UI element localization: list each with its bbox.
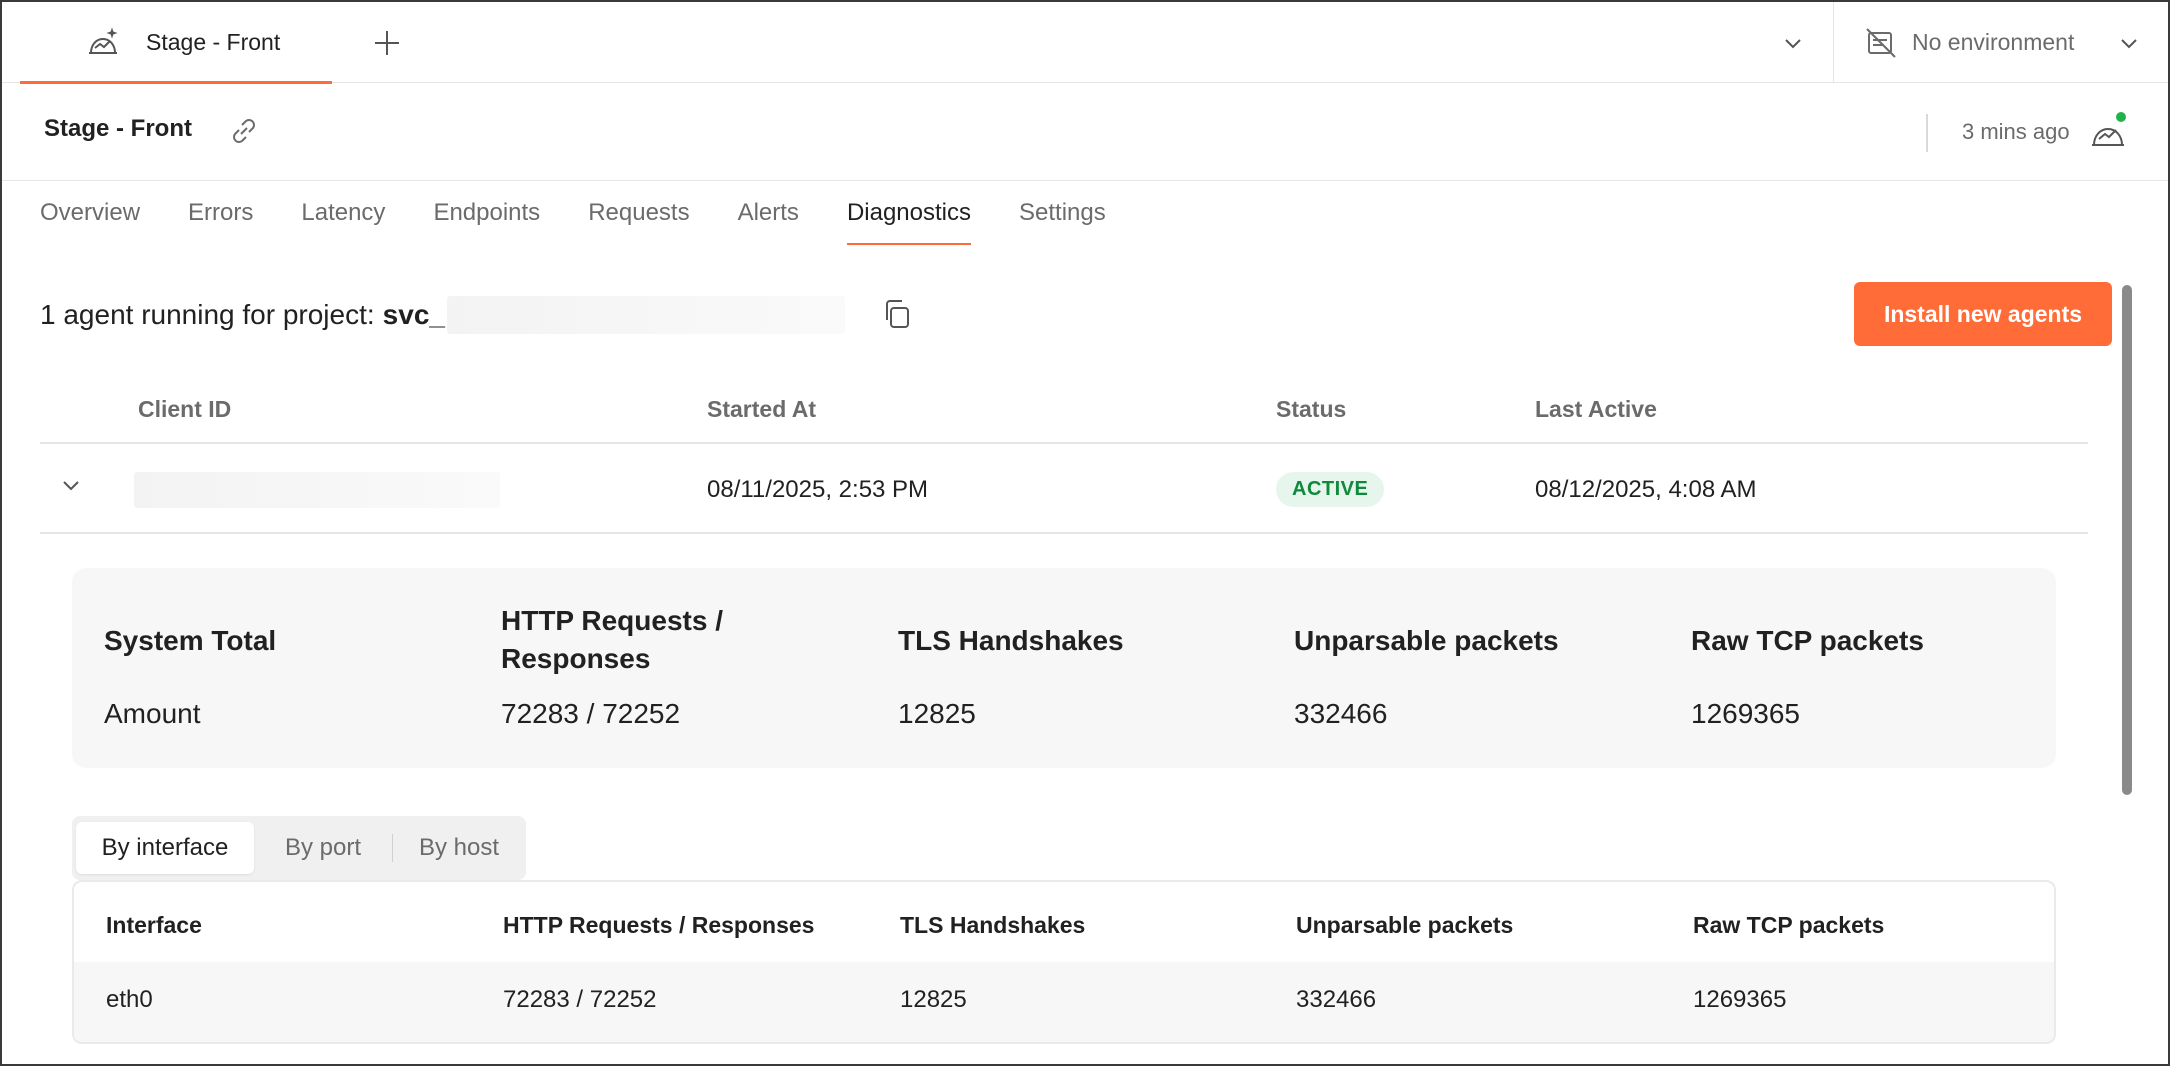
chevron-down-icon[interactable] bbox=[2116, 30, 2142, 56]
table-row[interactable]: 08/11/2025, 2:53 PM ACTIVE 08/12/2025, 4… bbox=[40, 446, 2088, 534]
column-header-interface: Interface bbox=[106, 912, 202, 938]
column-header-raw-tcp: Raw TCP packets bbox=[1693, 912, 1885, 938]
monitor-icon bbox=[89, 27, 118, 54]
divider bbox=[1833, 2, 1834, 83]
redacted-client-id bbox=[134, 472, 500, 508]
totals-header-raw-tcp: Raw TCP packets bbox=[1691, 625, 1924, 656]
column-header-http: HTTP Requests / Responses bbox=[503, 912, 815, 938]
segment-by-port[interactable]: By port bbox=[254, 822, 392, 874]
tab-requests[interactable]: Requests bbox=[588, 181, 689, 247]
column-header-tls: TLS Handshakes bbox=[900, 912, 1086, 938]
agents-summary-text: 1 agent running for project: bbox=[40, 299, 375, 330]
sub-navigation: Overview Errors Latency Endpoints Reques… bbox=[40, 181, 1154, 247]
totals-http-value: 72283 / 72252 bbox=[501, 698, 681, 729]
raw-tcp-cell: 1269365 bbox=[1693, 986, 1787, 1013]
column-header-client-id: Client ID bbox=[138, 396, 232, 422]
column-header-last-active: Last Active bbox=[1535, 396, 1657, 422]
redacted-project-id bbox=[446, 296, 845, 334]
unparsable-cell: 332466 bbox=[1296, 986, 1377, 1013]
project-id: svc_ bbox=[382, 299, 445, 330]
tab-stage-front[interactable]: Stage - Front bbox=[20, 2, 332, 84]
copy-icon[interactable] bbox=[880, 296, 914, 332]
column-header-unparsable: Unparsable packets bbox=[1296, 912, 1514, 938]
system-totals-card: System Total HTTP Requests / Responses T… bbox=[72, 568, 2056, 768]
monitor-status-icon[interactable] bbox=[2088, 111, 2128, 151]
agents-table-header: Client ID Started At Status Last Active bbox=[40, 372, 2088, 444]
chevron-down-icon[interactable] bbox=[1780, 30, 1806, 56]
totals-header-unparsable: Unparsable packets bbox=[1294, 625, 1559, 656]
install-new-agents-button[interactable]: Install new agents bbox=[1854, 282, 2112, 346]
tab-settings[interactable]: Settings bbox=[1019, 181, 1106, 247]
scrollbar-thumb[interactable] bbox=[2122, 285, 2132, 795]
interface-cell: eth0 bbox=[106, 986, 153, 1013]
totals-header-http: HTTP Requests / Responses bbox=[501, 605, 723, 674]
tab-endpoints[interactable]: Endpoints bbox=[433, 181, 540, 247]
tab-overview[interactable]: Overview bbox=[40, 181, 140, 247]
totals-raw-tcp-value: 1269365 bbox=[1691, 698, 1801, 729]
status-badge: ACTIVE bbox=[1276, 472, 1385, 507]
http-cell: 72283 / 72252 bbox=[503, 986, 657, 1013]
totals-header-system-total: System Total bbox=[104, 625, 277, 656]
link-icon[interactable] bbox=[226, 113, 262, 149]
column-header-started-at: Started At bbox=[707, 396, 817, 422]
page-header: Stage - Front 3 mins ago bbox=[2, 83, 2168, 181]
agents-summary: 1 agent running for project: svc_ bbox=[40, 296, 845, 334]
last-updated: 3 mins ago bbox=[1962, 119, 2070, 144]
breakdown-segmented-control: By interface By port By host bbox=[72, 816, 526, 880]
table-row[interactable]: eth0 72283 / 72252 12825 332466 1269365 bbox=[74, 962, 2054, 1042]
totals-tls-value: 12825 bbox=[898, 698, 976, 729]
environment-selector[interactable]: No environment bbox=[1864, 2, 2074, 83]
tab-label: Stage - Front bbox=[146, 29, 281, 55]
segment-by-host[interactable]: By host bbox=[393, 822, 525, 874]
last-active-cell: 08/12/2025, 4:08 AM bbox=[1535, 476, 1757, 503]
interface-table: Interface HTTP Requests / Responses TLS … bbox=[72, 880, 2056, 1044]
segment-by-interface[interactable]: By interface bbox=[76, 822, 254, 874]
column-header-status: Status bbox=[1276, 396, 1347, 422]
totals-header-tls: TLS Handshakes bbox=[898, 625, 1124, 656]
plus-icon[interactable] bbox=[372, 28, 402, 58]
tab-bar: Stage - Front No environment bbox=[2, 2, 2168, 84]
tls-cell: 12825 bbox=[900, 986, 967, 1013]
app-window: Stage - Front No environment Stage - Fro… bbox=[0, 0, 2170, 1066]
no-environment-icon bbox=[1866, 27, 1896, 58]
chevron-down-icon[interactable] bbox=[58, 472, 84, 498]
environment-label: No environment bbox=[1912, 29, 2075, 55]
divider bbox=[1926, 114, 1928, 152]
tab-latency[interactable]: Latency bbox=[301, 181, 385, 247]
totals-unparsable-value: 332466 bbox=[1294, 698, 1388, 729]
tab-errors[interactable]: Errors bbox=[188, 181, 253, 247]
totals-row-label: Amount bbox=[104, 698, 201, 729]
page-title: Stage - Front bbox=[44, 115, 192, 142]
tab-diagnostics[interactable]: Diagnostics bbox=[846, 181, 972, 247]
tab-alerts[interactable]: Alerts bbox=[738, 181, 799, 247]
started-at-cell: 08/11/2025, 2:53 PM bbox=[707, 476, 929, 503]
